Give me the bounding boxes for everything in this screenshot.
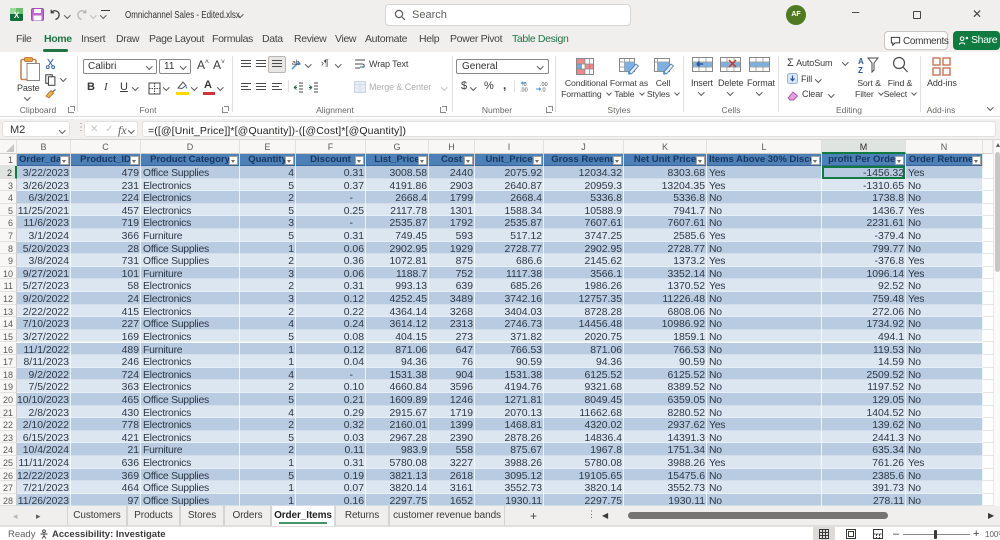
svg-text:X: X	[14, 11, 20, 20]
